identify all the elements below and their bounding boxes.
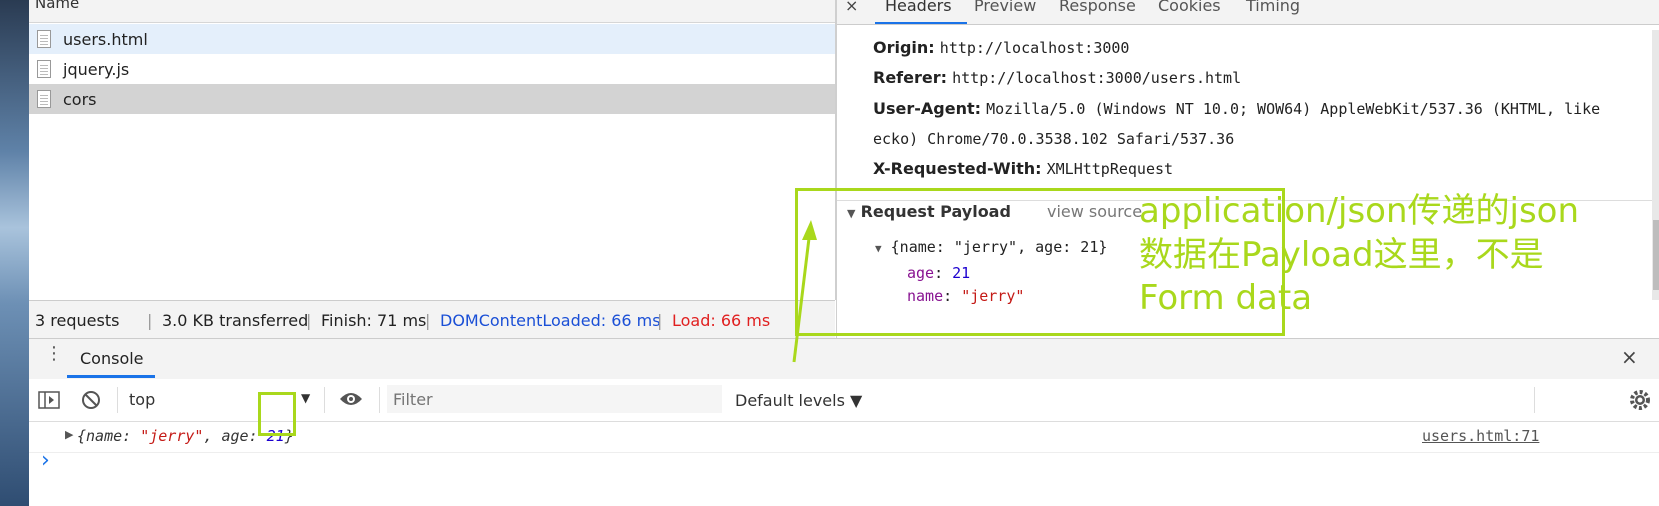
gear-icon[interactable]	[1629, 389, 1651, 411]
header-key: User-Agent:	[873, 99, 982, 118]
separator: |	[657, 311, 663, 330]
blank-file-icon	[37, 90, 51, 108]
console-filter-input[interactable]	[387, 385, 722, 413]
request-row-cors[interactable]: cors	[29, 84, 835, 114]
request-name: jquery.js	[63, 60, 130, 79]
network-summary-bar: 3 requests | 3.0 KB transferred | Finish…	[29, 300, 835, 339]
request-name: cors	[63, 90, 97, 109]
tab-preview[interactable]: Preview	[974, 0, 1036, 15]
header-value: Mozilla/5.0 (Windows NT 10.0; WOW64) App…	[986, 100, 1601, 118]
annotation-line-3: Form data	[1139, 278, 1313, 318]
scrollbar-thumb[interactable]	[1653, 220, 1659, 290]
toolbar-divider	[1534, 387, 1535, 413]
prompt-chevron-icon: ›	[41, 448, 50, 473]
close-drawer-icon[interactable]: ×	[1621, 345, 1638, 369]
request-row-jquery-js[interactable]: jquery.js	[29, 54, 835, 84]
annotation-line-2: 数据在Payload这里，不是	[1139, 235, 1544, 275]
detail-tab-bar: × Headers Preview Response Cookies Timin…	[837, 0, 1659, 25]
tab-timing[interactable]: Timing	[1246, 0, 1300, 15]
header-x-requested-with: X-Requested-With: XMLHttpRequest	[873, 159, 1173, 178]
separator: |	[147, 311, 153, 330]
header-user-agent: User-Agent: Mozilla/5.0 (Windows NT 10.0…	[873, 99, 1600, 118]
drawer-tab-bar: ⋮ Console ×	[29, 338, 1659, 380]
drawer-menu-icon[interactable]: ⋮	[45, 345, 63, 363]
header-key: Origin:	[873, 38, 935, 57]
log-levels-dropdown[interactable]: Default levels ▼	[735, 391, 862, 410]
header-value: XMLHttpRequest	[1046, 160, 1174, 178]
finish-time: Finish: 71 ms	[321, 311, 427, 330]
request-name: users.html	[63, 30, 148, 49]
document-icon	[37, 30, 51, 48]
eye-icon[interactable]	[339, 391, 363, 407]
annotation-line-1: application/json传递的json	[1139, 191, 1580, 231]
tab-headers[interactable]: Headers	[885, 0, 952, 15]
header-user-agent-continued: ecko) Chrome/70.0.3538.102 Safari/537.36	[873, 129, 1234, 148]
show-sidebar-icon[interactable]	[38, 391, 60, 409]
header-value: http://localhost:3000/users.html	[952, 69, 1242, 87]
name-column-header[interactable]: Name	[29, 0, 835, 23]
context-value: top	[129, 390, 156, 409]
separator: |	[306, 311, 312, 330]
vertical-scrollbar[interactable]	[1652, 30, 1659, 300]
header-value: http://localhost:3000	[939, 39, 1130, 57]
tab-response[interactable]: Response	[1059, 0, 1136, 15]
object-name-value: "jerry"	[140, 427, 204, 445]
request-row-users-html[interactable]: users.html	[29, 24, 835, 54]
desktop-edge	[0, 0, 29, 506]
transferred-size: 3.0 KB transferred	[162, 311, 309, 330]
network-request-list: Name users.html jquery.js cors	[29, 0, 836, 300]
header-referer: Referer: http://localhost:3000/users.htm…	[873, 68, 1241, 87]
header-origin: Origin: http://localhost:3000	[873, 38, 1129, 57]
header-value: ecko) Chrome/70.0.3538.102 Safari/537.36	[873, 130, 1235, 148]
active-tab-indicator	[875, 22, 967, 24]
tab-cookies[interactable]: Cookies	[1158, 0, 1221, 15]
domcontentloaded-time: DOMContentLoaded: 66 ms	[440, 311, 661, 330]
console-input-line[interactable]: ›	[29, 448, 1659, 506]
header-key: X-Requested-With:	[873, 159, 1042, 178]
object-open: {name:	[77, 427, 141, 445]
annotation-arrow	[792, 220, 817, 363]
load-time: Load: 66 ms	[672, 311, 771, 330]
header-key: Referer:	[873, 68, 948, 87]
active-tab-indicator	[67, 375, 155, 378]
separator: |	[425, 311, 431, 330]
close-detail-icon[interactable]: ×	[845, 0, 858, 15]
expand-triangle-icon[interactable]: ▶	[65, 428, 73, 441]
toolbar-divider	[379, 387, 380, 413]
request-count: 3 requests	[35, 311, 120, 330]
toolbar-divider	[324, 387, 325, 413]
toolbar-divider	[117, 387, 118, 413]
name-column-label: Name	[35, 0, 80, 12]
dropdown-arrow-icon: ▼	[301, 391, 311, 405]
log-source-link[interactable]: users.html:71	[1422, 427, 1539, 445]
annotation-highlight-box	[258, 392, 296, 436]
script-file-icon	[37, 60, 51, 78]
tab-console[interactable]: Console	[80, 349, 144, 368]
clear-console-icon[interactable]	[81, 390, 101, 410]
